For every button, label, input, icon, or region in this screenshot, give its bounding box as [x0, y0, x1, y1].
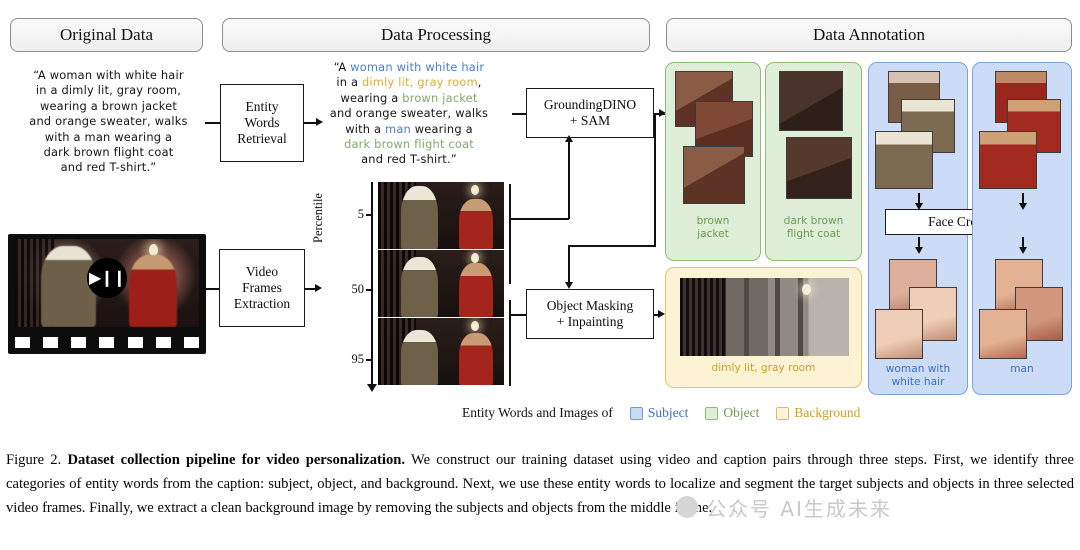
- crop-card: [779, 71, 843, 131]
- panel-label-dimly-lit-gray-room: dimly lit, gray room: [711, 362, 816, 374]
- stage-header-original-data: Original Data: [10, 18, 203, 52]
- crop-card: [786, 137, 852, 199]
- connector-caption-to-dino: [512, 113, 526, 115]
- arrowhead-face-cropping-out: [914, 247, 923, 254]
- connector-masking-riser: [568, 245, 570, 283]
- legend-prefix: Entity Words and Images of: [462, 405, 613, 420]
- legend-item-object: Object: [705, 405, 759, 421]
- panel-label-woman-with-white-hair: woman with white hair: [885, 363, 951, 388]
- connector-video-to-extraction: [206, 288, 219, 290]
- legend-item-subject: Subject: [629, 405, 689, 421]
- panel-label-man: man: [1010, 363, 1034, 375]
- entity-subject-man: man: [385, 121, 411, 136]
- connector-frames-to-dino: [509, 218, 569, 220]
- connector-frames-to-dino-riser: [568, 140, 570, 219]
- stage-header-data-processing-label: Data Processing: [380, 25, 491, 44]
- connector-midframe-bracket: [509, 300, 511, 386]
- figure-title: Dataset collection pipeline for video pe…: [67, 452, 406, 468]
- panel-object-dark-brown-flight-coat: dark brown flight coat: [765, 62, 862, 261]
- panel-label-brown-jacket: brown jacket: [696, 215, 730, 240]
- panel-subject-woman-with-white-hair: Face Cropping woman with white hair: [868, 62, 1051, 395]
- arrowhead-extraction-out: [315, 283, 322, 292]
- connector-dino-to-masking: [568, 245, 656, 247]
- inpainted-background-image: [680, 278, 849, 356]
- processed-caption-text: “A woman with white hair in a dimly lit,…: [300, 60, 518, 168]
- arrowhead-entity-out: [316, 117, 323, 126]
- arrowhead-face-cropping-out: [1018, 247, 1027, 254]
- panel-background-dimly-lit-gray-room: dimly lit, gray room: [665, 267, 862, 388]
- entity-subject-woman: woman with white hair: [350, 60, 485, 74]
- person-woman: [40, 246, 96, 327]
- video-frame-p5: [378, 182, 504, 249]
- entity-object-jacket: brown jacket: [402, 90, 478, 105]
- process-video-frames-extraction: Video Frames Extraction: [219, 249, 305, 327]
- video-frame-p95: [378, 318, 504, 385]
- process-entity-words-retrieval: Entity Words Retrieval: [220, 84, 304, 162]
- legend-item-background: Background: [776, 405, 860, 421]
- percentile-axis-line: [371, 182, 373, 386]
- figure-canvas: Original Data Data Processing Data Annot…: [0, 0, 1080, 550]
- connector-midframe-to-masking: [509, 314, 526, 316]
- process-grounding-dino-sam: GroundingDINO + SAM: [526, 88, 654, 138]
- person-man: [129, 254, 177, 327]
- connector-frames-bracket: [509, 184, 511, 284]
- axis-tick-50: 50: [351, 282, 365, 296]
- axis-tick-5: 5: [357, 207, 364, 221]
- percentile-axis-label: Percentile: [311, 193, 325, 243]
- stage-header-original-data-label: Original Data: [60, 25, 153, 44]
- arrowhead-masking-out: [658, 309, 665, 318]
- panel-subject-man: man: [972, 62, 1072, 395]
- stage-header-data-annotation: Data Annotation: [666, 18, 1072, 52]
- legend-swatch-subject: [629, 406, 643, 420]
- arrowhead-face-cropping-in: [1018, 203, 1027, 210]
- panel-object-brown-jacket: brown jacket: [665, 62, 761, 261]
- figure-number: Figure 2.: [6, 452, 62, 468]
- face-crop-card: [875, 309, 923, 359]
- video-frame-p50: [378, 250, 504, 317]
- arrowhead-dino-in: [564, 135, 573, 142]
- entity-background-room: dimly lit, gray room: [362, 75, 478, 90]
- arrowhead-face-cropping-in: [914, 203, 923, 210]
- selected-video-frames: [378, 182, 504, 386]
- crop-card: [683, 146, 745, 204]
- axis-tick-95: 95: [351, 352, 365, 366]
- panel-label-flight-coat: dark brown flight coat: [783, 215, 844, 240]
- original-caption-text: “A woman with white hair in a dimly lit,…: [29, 68, 188, 175]
- figure-caption: Figure 2. Dataset collection pipeline fo…: [6, 448, 1074, 520]
- process-object-masking-inpainting: Object Masking + Inpainting: [526, 289, 654, 339]
- legend-label-object: Object: [723, 405, 760, 420]
- stage-header-data-annotation-label: Data Annotation: [813, 25, 925, 44]
- legend-label-background: Background: [794, 405, 861, 420]
- legend-label-subject: Subject: [647, 405, 689, 420]
- film-sprockets: [8, 335, 206, 350]
- face-crop-card: [979, 309, 1027, 359]
- legend-swatch-background: [776, 406, 790, 420]
- entity-object-flight-coat: dark brown flight coat: [344, 137, 474, 152]
- connector-caption-to-entity: [205, 122, 220, 124]
- connector-dino-down: [654, 113, 656, 245]
- crop-card: [979, 131, 1037, 189]
- arrowhead-masking-in: [564, 282, 573, 289]
- stage-header-data-processing: Data Processing: [222, 18, 650, 52]
- crop-card: [875, 131, 933, 189]
- source-video-thumbnail[interactable]: ▶❙❙: [8, 234, 206, 354]
- percentile-axis-arrow: [367, 384, 377, 392]
- play-pause-icon[interactable]: ▶❙❙: [87, 258, 127, 298]
- legend: Entity Words and Images of Subject Objec…: [462, 403, 860, 423]
- legend-swatch-object: [705, 406, 719, 420]
